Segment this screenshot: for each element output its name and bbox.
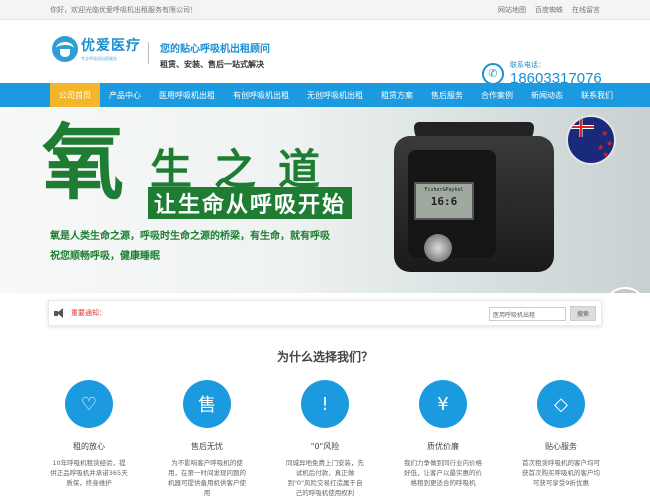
- yen-icon: ¥: [419, 380, 467, 428]
- feature-item: ! "0"风险 同城异地免费上门安装，先试机后付款，真正做到"0"风险交易打造属…: [286, 380, 364, 498]
- feature-description: 10年呼吸机租赁经验，提供正品呼吸机并承诺365天质保，终身维护: [50, 459, 128, 487]
- nav-item-home[interactable]: 公司首页: [50, 83, 100, 107]
- ventilator-image: Fisher&Paykel 16:6: [394, 122, 554, 272]
- feature-description: 同城异地免费上门安装，先试机后付款，真正做到"0"风险交易打造属于自己的呼吸机使…: [286, 459, 364, 497]
- feature-title: 质优价廉: [427, 442, 459, 451]
- feature-item: ◇ 贴心服务 首次租赁呼吸机的客户均可获首次购买呼吸机的客户均可获可享受9折优惠: [522, 380, 600, 498]
- phone-icon: ✆: [482, 62, 504, 85]
- heart-icon: ♡: [65, 380, 113, 428]
- nav-item-cases[interactable]: 合作案例: [472, 83, 522, 107]
- device-display-value: 16:6: [430, 195, 458, 208]
- why-choose-us-title: 为什么选择我们？: [276, 350, 373, 364]
- slogan: 您的贴心呼吸机出租顾问 租赁、安装、售后一站式解决: [160, 40, 270, 70]
- topbar-links: 网站地图 百度蜘蛛 在线留言: [498, 5, 600, 15]
- exclamation-icon: !: [301, 380, 349, 428]
- nav-item-contact[interactable]: 联系我们: [572, 83, 622, 107]
- device-knob: [424, 234, 452, 262]
- search-input[interactable]: [489, 307, 566, 321]
- banner-big-char: 氧: [42, 115, 125, 211]
- feature-item: 售 售后无忧 为不影响客户呼吸机的使用，在第一时间发现问题的机器可提供备用机供客…: [168, 380, 246, 498]
- feature-description: 为不影响客户呼吸机的使用，在第一时间发现问题的机器可提供备用机供客户使用: [168, 459, 246, 497]
- slogan-sub: 租赁、安装、售后一站式解决: [160, 60, 264, 69]
- feature-item: ¥ 质优价廉 我们力争做到同行业内价格好低，让客户以最实惠的价格租到更适合的呼吸…: [404, 380, 482, 498]
- new-zealand-flag-icon: ★ ★ ★ ★: [566, 115, 616, 165]
- header: 优爱医疗 专业呼吸机出租服务 您的贴心呼吸机出租顾问 租赁、安装、售后一站式解决…: [0, 20, 650, 87]
- feature-title: 租的放心: [73, 442, 105, 451]
- logo-mark-icon: [52, 35, 78, 62]
- main-nav: 公司首页 产品中心 医用呼吸机出租 有创呼吸机出租 无创呼吸机出租 租赁方案 售…: [0, 83, 650, 107]
- nav-item-noninvasive-ventilator-rental[interactable]: 无创呼吸机出租: [298, 83, 372, 107]
- feature-item: ♡ 租的放心 10年呼吸机租赁经验，提供正品呼吸机并承诺365天质保，终身维护: [50, 380, 128, 498]
- feature-description: 首次租赁呼吸机的客户均可获首次购买呼吸机的客户均可获可享受9折优惠: [522, 459, 600, 487]
- search-button[interactable]: 搜索: [570, 306, 596, 321]
- phone-label: 联系电话：: [510, 61, 545, 69]
- feature-title: "0"风险: [310, 442, 340, 451]
- logo-subtitle: 专业呼吸机出租服务: [81, 56, 117, 61]
- nav-item-after-sales[interactable]: 售后服务: [422, 83, 472, 107]
- nav-item-products[interactable]: 产品中心: [100, 83, 150, 107]
- feature-description: 我们力争做到同行业内价格好低，让客户以最实惠的价格租到更适合的呼吸机: [404, 459, 482, 487]
- welcome-text: 你好，欢迎光临优爱呼吸机出租服务有限公司！: [50, 5, 197, 14]
- header-divider: [148, 42, 149, 64]
- ventilator-thumbnail: [603, 287, 647, 293]
- feature-title: 贴心服务: [545, 442, 577, 451]
- banner-line-1: 氧是人类生命之源，呼吸时生命之源的桥梁，有生命，就有呼吸: [50, 231, 330, 242]
- nav-item-medical-ventilator-rental[interactable]: 医用呼吸机出租: [150, 83, 224, 107]
- nav-item-news[interactable]: 新闻动态: [522, 83, 572, 107]
- device-brand: Fisher&Paykel: [424, 187, 464, 193]
- slogan-main: 您的贴心呼吸机出租顾问: [160, 44, 270, 55]
- topbar: 你好，欢迎光临优爱呼吸机出租服务有限公司！ 网站地图 百度蜘蛛 在线留言: [0, 0, 650, 20]
- online-message-link[interactable]: 在线留言: [572, 5, 600, 15]
- notice-label: 重要通知：: [71, 309, 106, 317]
- diamond-icon: ◇: [537, 380, 585, 428]
- speaker-icon: [54, 308, 66, 318]
- features-list: ♡ 租的放心 10年呼吸机租赁经验，提供正品呼吸机并承诺365天质保，终身维护 …: [50, 380, 600, 498]
- notice-bar: 重要通知： 搜索: [48, 300, 602, 326]
- nav-item-invasive-ventilator-rental[interactable]: 有创呼吸机出租: [224, 83, 298, 107]
- after-sale-icon: 售: [183, 380, 231, 428]
- device-screen: Fisher&Paykel 16:6: [414, 182, 474, 220]
- baidu-spider-link[interactable]: 百度蜘蛛: [535, 5, 563, 15]
- banner-line-2: 祝您顺畅呼吸，健康睡眠: [50, 251, 160, 262]
- banner-subtitle: 让生命从呼吸开始: [148, 187, 353, 219]
- sitemap-link[interactable]: 网站地图: [498, 5, 526, 15]
- logo-name: 优爱医疗: [81, 38, 141, 54]
- nav-item-rental-plans[interactable]: 租赁方案: [372, 83, 422, 107]
- feature-title: 售后无忧: [191, 442, 223, 451]
- hero-banner[interactable]: 氧 生之道 让生命从呼吸开始 氧是人类生命之源，呼吸时生命之源的桥梁，有生命，就…: [0, 107, 650, 293]
- logo[interactable]: 优爱医疗 专业呼吸机出租服务: [52, 35, 141, 62]
